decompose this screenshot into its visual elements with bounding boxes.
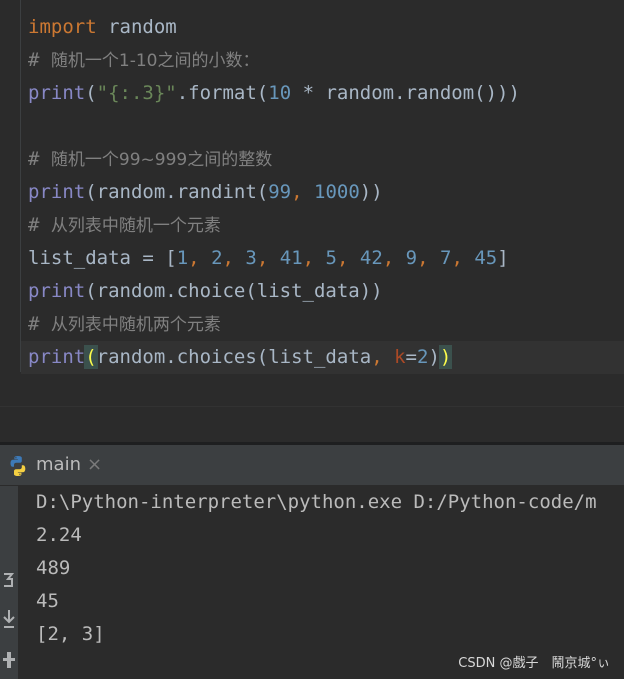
run-console[interactable]: D:\Python-interpreter\python.exe D:/Pyth… [0, 486, 624, 679]
comma: , [222, 247, 246, 269]
comment-text: 从列表中随机两个元素 [50, 315, 221, 335]
code-text: ( [85, 82, 97, 104]
code-line-5-comment[interactable]: # 随机一个99~999之间的整数 [28, 143, 272, 176]
comma: , [302, 247, 326, 269]
console-output-line: 45 [36, 590, 59, 612]
comment-hash: # [28, 313, 51, 335]
gutter-divider [20, 0, 21, 372]
code-text: ] [497, 247, 509, 269]
code-text: random.choices(list_data [96, 346, 372, 368]
run-tab-main[interactable]: main × [0, 445, 114, 485]
run-side-toolbar [0, 486, 18, 679]
console-output-line: [2, 3] [36, 623, 105, 645]
pin-icon[interactable] [0, 650, 18, 676]
code-line-6[interactable]: print(random.randint(99, 1000)) [28, 176, 383, 209]
keyword-import: import [28, 16, 97, 38]
comment-text: 随机一个99~999之间的整数 [50, 150, 273, 170]
number-literal: 2 [417, 346, 429, 368]
code-text: = [405, 346, 417, 368]
number-literal: 10 [268, 82, 292, 104]
string-literal: "{:.3}" [96, 82, 177, 104]
list-number: 9 [405, 247, 418, 269]
matched-paren: ( [84, 345, 98, 369]
code-text: list_data = [ [28, 247, 177, 269]
list-number: 5 [325, 247, 337, 269]
number-literal: 1000 [314, 181, 360, 203]
run-tool-window-tabs: main × [0, 445, 624, 486]
code-line-3[interactable]: print("{:.3}".format(10 * random.random(… [28, 77, 520, 110]
console-output-line: D:\Python-interpreter\python.exe D:/Pyth… [36, 491, 597, 513]
python-icon [10, 456, 26, 476]
console-output-line: 2.24 [36, 524, 82, 546]
comma: , [382, 247, 406, 269]
list-number: 7 [440, 247, 452, 269]
code-line-2-comment[interactable]: # 随机一个1-10之间的小数： [28, 44, 259, 77]
comment-text: 从列表中随机一个元素 [50, 216, 221, 236]
close-icon[interactable]: × [87, 445, 102, 485]
code-text: .format( [176, 82, 269, 104]
list-number: 45 [474, 247, 498, 269]
code-line-9[interactable]: print(random.choice(list_data)) [28, 275, 383, 308]
code-line-1[interactable]: import random [28, 11, 177, 44]
code-line-7-comment[interactable]: # 从列表中随机一个元素 [28, 209, 221, 242]
code-text: (random.randint( [85, 181, 269, 203]
code-text: ) [428, 346, 440, 368]
comma: , [417, 247, 440, 269]
code-line-8[interactable]: list_data = [1, 2, 3, 41, 5, 42, 9, 7, 4… [28, 242, 509, 275]
comment-hash: # [28, 214, 51, 236]
code-text: * random.random())) [291, 82, 520, 104]
code-text: (random.choice(list_data)) [85, 280, 383, 302]
comment-text: 随机一个1-10之间的小数： [50, 51, 260, 71]
run-tab-label: main [36, 454, 81, 475]
editor-horizontal-scroll-area[interactable] [0, 406, 624, 443]
comment-hash: # [28, 49, 51, 71]
code-text: )) [359, 181, 383, 203]
builtin-print: print [28, 346, 86, 368]
comma: , [291, 181, 315, 203]
code-line-11[interactable]: print(random.choices(list_data, k=2)) [28, 341, 453, 374]
list-number: 3 [245, 247, 257, 269]
code-text: random [96, 16, 177, 38]
code-editor[interactable]: import random # 随机一个1-10之间的小数： print("{:… [0, 0, 624, 406]
scroll-to-end-icon[interactable] [0, 608, 18, 634]
list-number: 42 [359, 247, 383, 269]
comma: , [256, 247, 280, 269]
builtin-print: print [28, 280, 86, 302]
watermark: CSDN @戲子 鬧京城°ぃ [458, 656, 610, 671]
matched-paren: ) [438, 345, 453, 369]
builtin-print: print [28, 82, 86, 104]
number-literal: 99 [268, 181, 292, 203]
console-output-line: 489 [36, 557, 71, 579]
comma: , [451, 247, 475, 269]
comment-hash: # [28, 148, 51, 170]
list-number: 2 [211, 247, 223, 269]
keyword-argument: k [394, 346, 406, 368]
comma: , [371, 346, 395, 368]
code-line-10-comment[interactable]: # 从列表中随机两个元素 [28, 308, 221, 341]
comma: , [336, 247, 360, 269]
builtin-print: print [28, 181, 86, 203]
rerun-icon[interactable] [0, 570, 18, 596]
list-number: 1 [176, 247, 189, 269]
comma: , [188, 247, 212, 269]
list-number: 41 [279, 247, 303, 269]
